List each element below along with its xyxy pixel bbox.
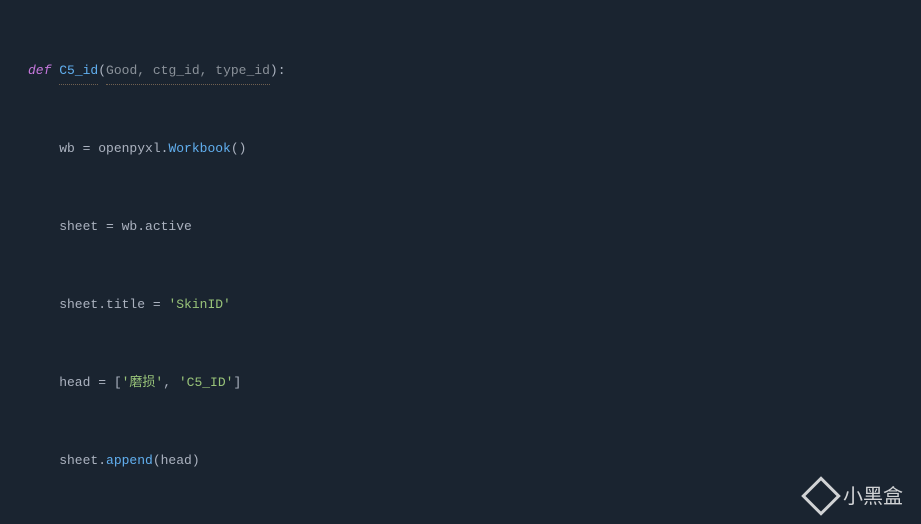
code-line: head = ['磨损', 'C5_ID'] — [28, 370, 921, 396]
code-line: def C5_id(Good, ctg_id, type_id): — [28, 58, 921, 84]
code-line: sheet.append(head) — [28, 448, 921, 474]
code-line: wb = openpyxl.Workbook() — [28, 136, 921, 162]
watermark: 小黑盒 — [807, 482, 903, 510]
watermark-icon — [801, 476, 841, 516]
watermark-text: 小黑盒 — [843, 483, 903, 509]
code-line: sheet = wb.active — [28, 214, 921, 240]
function-name: C5_id — [59, 58, 98, 85]
params: Good, ctg_id, type_id — [106, 58, 270, 85]
code-editor[interactable]: def C5_id(Good, ctg_id, type_id): wb = o… — [0, 0, 921, 524]
code-line: sheet.title = 'SkinID' — [28, 292, 921, 318]
keyword-def: def — [28, 58, 59, 84]
